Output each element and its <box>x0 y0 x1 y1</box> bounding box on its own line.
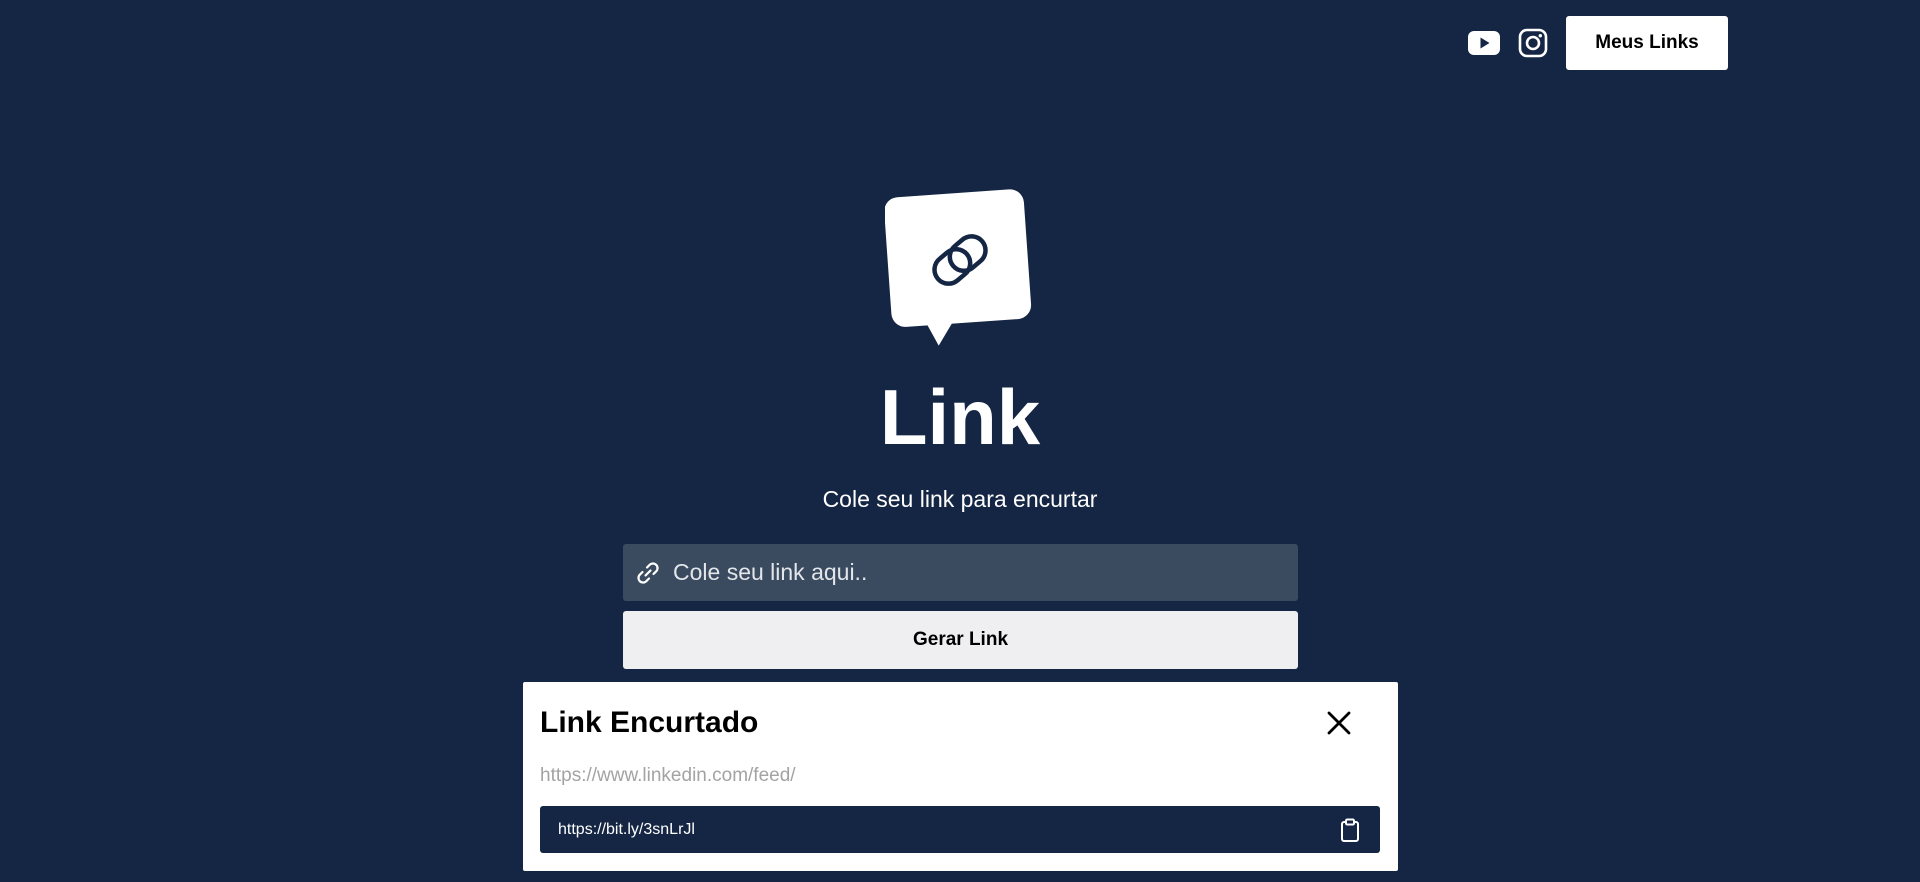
link-chat-bubble-icon <box>884 189 1032 346</box>
youtube-link[interactable] <box>1468 31 1500 55</box>
page: Meus Links Link Cole seu link para encur… <box>0 0 1920 882</box>
page-subtitle: Cole seu link para encurtar <box>822 486 1098 512</box>
short-url-box: https://bit.ly/3snLrJl <box>540 806 1380 853</box>
link-input-box <box>623 544 1298 601</box>
clipboard-icon <box>1341 818 1359 842</box>
instagram-icon <box>1518 28 1548 58</box>
my-links-button[interactable]: Meus Links <box>1566 16 1728 70</box>
original-url: https://www.linkedin.com/feed/ <box>540 765 796 786</box>
close-icon <box>1327 711 1351 735</box>
page-title: Link <box>879 373 1041 461</box>
close-button[interactable] <box>1324 708 1354 738</box>
link-input[interactable] <box>673 544 1298 601</box>
short-url[interactable]: https://bit.ly/3snLrJl <box>558 821 695 839</box>
generate-link-button[interactable]: Gerar Link <box>623 611 1298 669</box>
copy-button[interactable] <box>1338 817 1362 843</box>
header-actions: Meus Links <box>1468 16 1728 70</box>
link-icon <box>633 558 663 588</box>
shortened-link-modal: Link Encurtado https://www.linkedin.com/… <box>523 682 1398 871</box>
modal-title: Link Encurtado <box>540 706 759 739</box>
instagram-link[interactable] <box>1518 28 1548 58</box>
youtube-icon <box>1468 31 1500 55</box>
logo <box>884 188 1035 348</box>
